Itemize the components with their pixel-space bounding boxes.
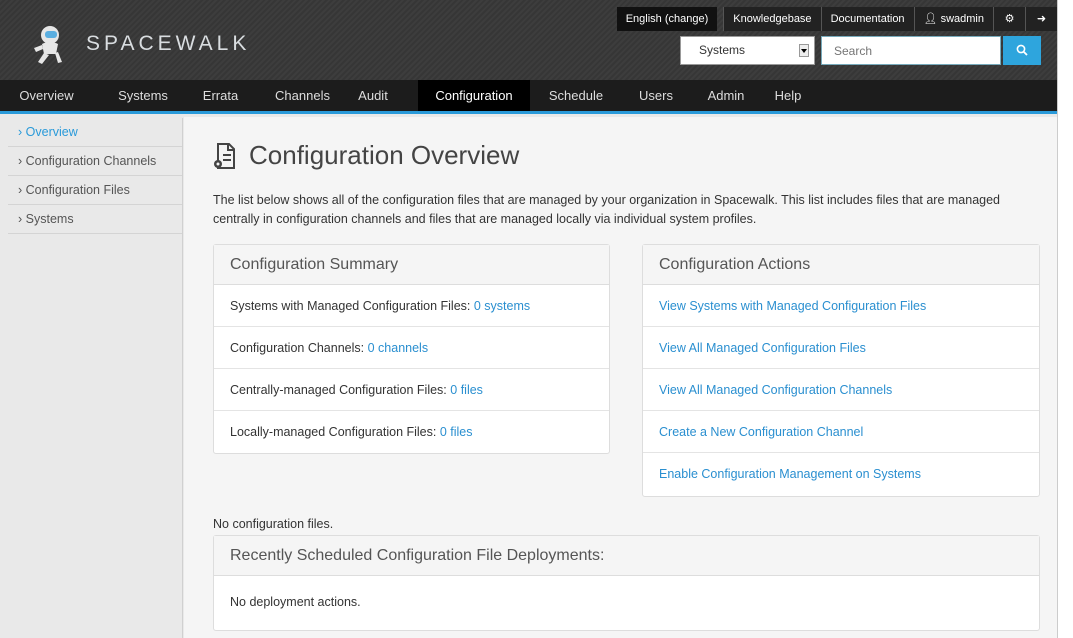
search-button[interactable] <box>1003 36 1041 65</box>
search-input[interactable] <box>821 36 1001 65</box>
dropdown-arrow-icon <box>799 44 809 57</box>
main-nav: Overview Systems Errata Channels Audit C… <box>0 80 1057 114</box>
username: swadmin <box>940 13 984 25</box>
page-title-text: Configuration Overview <box>249 140 520 170</box>
nav-audit[interactable]: Audit <box>346 80 400 111</box>
view-managed-files-link[interactable]: View All Managed Configuration Files <box>659 341 866 355</box>
search-icon <box>1016 44 1028 56</box>
configuration-summary-panel: Configuration Summary Systems with Manag… <box>213 244 610 454</box>
nav-channels[interactable]: Channels <box>265 80 340 111</box>
spacewalk-logo[interactable]: SPACEWALK <box>28 22 250 66</box>
user-menu[interactable]: 👤︎ swadmin <box>913 7 993 31</box>
nav-errata[interactable]: Errata <box>193 80 248 111</box>
language-link[interactable]: English (change) <box>616 7 718 31</box>
chevron-right-icon: › <box>18 154 23 168</box>
logo-text: SPACEWALK <box>86 32 251 55</box>
summary-label: Locally-managed Configuration Files: <box>230 425 437 439</box>
gears-icon: ⚙ <box>1004 13 1015 25</box>
header: SPACEWALK English (change) Knowledgebase… <box>0 0 1057 80</box>
preferences-button[interactable]: ⚙ <box>993 7 1025 31</box>
sidebar: › Overview › Configuration Channels › Co… <box>8 118 183 638</box>
page-title: Configuration Overview <box>213 140 519 171</box>
nav-configuration[interactable]: Configuration <box>418 80 530 111</box>
nav-systems[interactable]: Systems <box>103 80 183 111</box>
view-managed-channels-link[interactable]: View All Managed Configuration Channels <box>659 383 892 397</box>
summary-label: Centrally-managed Configuration Files: <box>230 383 447 397</box>
sidebar-item-configuration-channels[interactable]: › Configuration Channels <box>8 147 182 176</box>
channels-count-link[interactable]: 0 channels <box>368 341 428 355</box>
deployments-panel: Recently Scheduled Configuration File De… <box>213 535 1040 631</box>
intro-text: The list below shows all of the configur… <box>213 193 1001 226</box>
summary-label: Systems with Managed Configuration Files… <box>230 299 471 313</box>
nav-overview[interactable]: Overview <box>0 80 93 111</box>
knowledgebase-link[interactable]: Knowledgebase <box>723 7 821 31</box>
nav-users[interactable]: Users <box>628 80 684 111</box>
panel-heading: Configuration Actions <box>643 245 1039 285</box>
panel-heading: Recently Scheduled Configuration File De… <box>214 536 1039 576</box>
sidebar-item-label: Configuration Files <box>25 183 130 197</box>
deployments-empty: No deployment actions. <box>230 595 361 609</box>
enable-config-management-link[interactable]: Enable Configuration Management on Syste… <box>659 467 921 481</box>
sign-out-icon: ➜ <box>1036 13 1047 25</box>
action-row: View All Managed Configuration Channels <box>643 369 1039 411</box>
documentation-link[interactable]: Documentation <box>820 7 914 31</box>
main-content: Configuration Overview The list below sh… <box>184 117 1057 638</box>
summary-label: Configuration Channels: <box>230 341 365 355</box>
user-icon: 👤︎ <box>923 13 938 25</box>
astronaut-icon <box>34 26 62 64</box>
sidebar-item-label: Systems <box>25 212 74 226</box>
sidebar-item-label: Configuration Channels <box>25 154 157 168</box>
panel-heading: Configuration Summary <box>214 245 609 285</box>
summary-row: Locally-managed Configuration Files: 0 f… <box>214 411 609 453</box>
no-config-message: No configuration files. <box>213 517 334 531</box>
create-channel-link[interactable]: Create a New Configuration Channel <box>659 425 863 439</box>
search-scope-value: Systems <box>699 43 746 57</box>
configuration-actions-panel: Configuration Actions View Systems with … <box>642 244 1040 497</box>
sidebar-item-configuration-files[interactable]: › Configuration Files <box>8 176 182 205</box>
logout-button[interactable]: ➜ <box>1025 7 1057 31</box>
local-files-count-link[interactable]: 0 files <box>440 425 473 439</box>
search-scope-select[interactable]: Systems <box>680 36 815 65</box>
summary-row: Systems with Managed Configuration Files… <box>214 285 609 327</box>
summary-row: Centrally-managed Configuration Files: 0… <box>214 369 609 411</box>
window-edge <box>1057 0 1073 638</box>
action-row: View All Managed Configuration Files <box>643 327 1039 369</box>
action-row: Create a New Configuration Channel <box>643 411 1039 453</box>
chevron-right-icon: › <box>18 125 23 139</box>
nav-admin[interactable]: Admin <box>696 80 756 111</box>
sidebar-item-systems[interactable]: › Systems <box>8 205 182 234</box>
nav-help[interactable]: Help <box>766 80 810 111</box>
view-managed-systems-link[interactable]: View Systems with Managed Configuration … <box>659 299 926 313</box>
action-row: View Systems with Managed Configuration … <box>643 285 1039 327</box>
sidebar-item-overview[interactable]: › Overview <box>8 118 182 147</box>
file-config-icon <box>214 142 235 169</box>
top-links: English (change) Knowledgebase Documenta… <box>616 7 1057 31</box>
action-row: Enable Configuration Management on Syste… <box>643 453 1039 495</box>
search-row: Systems <box>680 36 1041 65</box>
sidebar-item-label: Overview <box>25 125 78 139</box>
nav-schedule[interactable]: Schedule <box>536 80 616 111</box>
chevron-right-icon: › <box>18 183 23 197</box>
systems-count-link[interactable]: 0 systems <box>474 299 530 313</box>
central-files-count-link[interactable]: 0 files <box>450 383 483 397</box>
chevron-right-icon: › <box>18 212 23 226</box>
summary-row: Configuration Channels: 0 channels <box>214 327 609 369</box>
